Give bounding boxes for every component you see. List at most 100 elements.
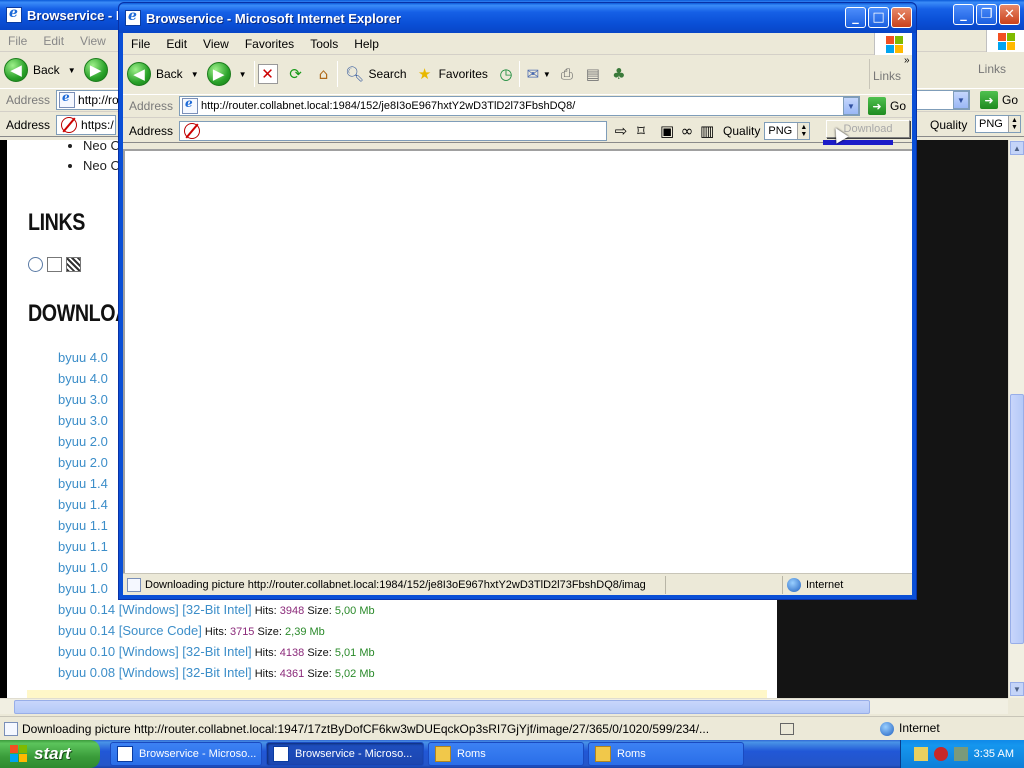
dropdown-arrow-icon[interactable]: ▼ <box>191 70 199 79</box>
history-icon[interactable]: ◷ <box>496 64 516 84</box>
refresh-icon[interactable]: ⟳ <box>286 64 306 84</box>
document-icon[interactable] <box>47 257 62 272</box>
fg-quality-spinner[interactable]: PNG ▲ ▼ <box>764 121 811 140</box>
fg-page-viewport[interactable] <box>123 149 912 573</box>
download-link[interactable]: byuu 0.08 [Windows] [32-Bit Intel] <box>58 665 252 680</box>
download-link[interactable]: byuu 3.0 <box>58 413 108 428</box>
find-icon[interactable]: ▣ <box>657 121 677 141</box>
ie-icon <box>117 746 133 762</box>
fg-status-text: Downloading picture http://router.collab… <box>145 578 646 591</box>
clipboard-icon[interactable]: ▥ <box>697 121 717 141</box>
internet-zone-icon <box>787 577 801 592</box>
menu-view[interactable]: View <box>72 34 114 48</box>
close-button[interactable]: ✕ <box>891 7 912 28</box>
download-link[interactable]: byuu 0.14 [Windows] [32-Bit Intel] <box>58 602 252 617</box>
dropdown-arrow-icon[interactable]: ▼ <box>239 70 247 79</box>
taskbar-item-roms-1[interactable]: Roms <box>428 742 584 766</box>
taskbar-item-browservice-2[interactable]: Browservice - Microso... <box>266 742 424 766</box>
link-icons <box>28 257 81 272</box>
taskbar-item-browservice-1[interactable]: Browservice - Microso... <box>110 742 262 766</box>
print-icon[interactable]: ⎙ <box>557 64 577 84</box>
restore-button[interactable]: ❐ <box>976 4 997 25</box>
download-link[interactable]: byuu 3.0 <box>58 392 108 407</box>
bookmark-icon[interactable]: ⌑ <box>631 121 651 141</box>
fg-forward-button[interactable]: ▶ ▼ <box>203 55 251 93</box>
download-link[interactable]: byuu 0.14 [Source Code] <box>58 623 202 638</box>
bg-bs-address-input[interactable]: https:/ <box>56 114 117 135</box>
connection-icon[interactable] <box>953 747 968 761</box>
fg-address-input[interactable]: http://router.collabnet.local:1984/152/j… <box>179 96 860 116</box>
bg-go-button[interactable]: ➜ Go <box>974 91 1024 109</box>
navigate-arrow-icon[interactable]: ⇨ <box>611 121 631 141</box>
qr-code-icon[interactable] <box>66 257 81 272</box>
chevron-right-icon[interactable]: » <box>904 55 910 66</box>
address-dropdown-icon[interactable]: ▼ <box>952 91 969 109</box>
fg-back-button[interactable]: ◀ Back ▼ <box>123 55 203 93</box>
menu-file[interactable]: File <box>0 34 35 48</box>
bg-quality-spinner[interactable]: PNG ▲ ▼ <box>975 115 1021 133</box>
stop-icon[interactable]: ✕ <box>257 64 278 84</box>
menu-edit[interactable]: Edit <box>35 34 72 48</box>
download-meta: Hits: 3948 Size: 5,00 Mb <box>252 605 375 617</box>
scroll-thumb[interactable] <box>1010 394 1024 644</box>
menu-help[interactable]: Help <box>346 37 387 51</box>
messenger-icon[interactable]: ♣ <box>609 64 629 84</box>
menu-file[interactable]: File <box>123 37 158 51</box>
network-icon[interactable] <box>913 747 928 761</box>
dropdown-arrow-icon[interactable]: ▼ <box>68 66 76 75</box>
download-link[interactable]: byuu 2.0 <box>58 455 108 470</box>
fg-search-button[interactable]: 🔍︎ Search <box>341 55 411 93</box>
fg-go-button[interactable]: ➜ Go <box>862 97 912 115</box>
bg-links-label[interactable]: Links <box>978 62 1006 76</box>
download-link[interactable]: byuu 4.0 <box>58 350 108 365</box>
hits-label: Hits: <box>204 626 227 638</box>
bg-forward-button[interactable]: ▶ <box>80 52 112 88</box>
dropdown-arrow-icon[interactable]: ▼ <box>543 70 551 79</box>
start-button[interactable]: start <box>0 740 100 768</box>
download-link[interactable]: byuu 1.0 <box>58 581 108 596</box>
minimize-button[interactable]: _ <box>953 4 974 25</box>
windows-logo-icon <box>10 745 28 763</box>
close-button[interactable]: ✕ <box>999 4 1020 25</box>
menu-tools[interactable]: Tools <box>302 37 346 51</box>
menu-edit[interactable]: Edit <box>158 37 195 51</box>
fg-bs-address-input[interactable] <box>179 120 608 141</box>
scroll-down-icon[interactable]: ▼ <box>1010 682 1024 696</box>
bg-vertical-scrollbar[interactable]: ▲ ▼ <box>1008 140 1024 698</box>
bg-bs-address-label: Address <box>6 117 51 132</box>
foreground-browser-window[interactable]: Browservice - Microsoft Internet Explore… <box>118 2 917 600</box>
size-value: 5,01 Mb <box>334 647 375 659</box>
scroll-up-icon[interactable]: ▲ <box>1010 141 1024 155</box>
maximize-button[interactable]: □ <box>868 7 889 28</box>
bg-horizontal-scrollbar[interactable] <box>0 698 1008 714</box>
download-link[interactable]: byuu 1.1 <box>58 539 108 554</box>
download-link[interactable]: byuu 1.4 <box>58 497 108 512</box>
mail-icon[interactable]: ✉ <box>523 64 543 84</box>
bg-back-button[interactable]: ◀ Back ▼ <box>0 52 80 88</box>
fg-title-bar[interactable]: Browservice - Microsoft Internet Explore… <box>119 3 916 33</box>
download-link[interactable]: byuu 1.4 <box>58 476 108 491</box>
download-link[interactable]: byuu 0.10 [Windows] [32-Bit Intel] <box>58 644 252 659</box>
binoculars-icon[interactable]: ∞ <box>677 121 697 141</box>
globe-icon[interactable] <box>28 257 43 272</box>
fg-links-label[interactable]: Links <box>873 69 901 83</box>
home-icon[interactable]: ⌂ <box>314 64 334 84</box>
download-link[interactable]: byuu 4.0 <box>58 371 108 386</box>
download-link[interactable]: byuu 1.1 <box>58 518 108 533</box>
security-alert-icon[interactable] <box>933 747 948 761</box>
fg-favorites-button[interactable]: ★ Favorites <box>411 55 492 93</box>
download-meta: Hits: 4138 Size: 5,01 Mb <box>252 647 375 659</box>
menu-favorites[interactable]: Favorites <box>237 37 302 51</box>
clock[interactable]: 3:35 AM <box>974 748 1014 760</box>
edit-icon[interactable]: ▤ <box>583 64 603 84</box>
address-dropdown-icon[interactable]: ▼ <box>842 97 859 115</box>
hscroll-thumb[interactable] <box>14 700 870 714</box>
size-label: Size: <box>307 647 332 659</box>
download-link[interactable]: byuu 1.0 <box>58 560 108 575</box>
minimize-button[interactable]: _ <box>845 7 866 28</box>
download-link[interactable]: byuu 2.0 <box>58 434 108 449</box>
menu-view[interactable]: View <box>195 37 237 51</box>
taskbar-item-roms-2[interactable]: Roms <box>588 742 744 766</box>
page-status-icon <box>127 577 141 592</box>
download-row: byuu 0.14 [Windows] [32-Bit Intel] Hits:… <box>58 599 375 620</box>
